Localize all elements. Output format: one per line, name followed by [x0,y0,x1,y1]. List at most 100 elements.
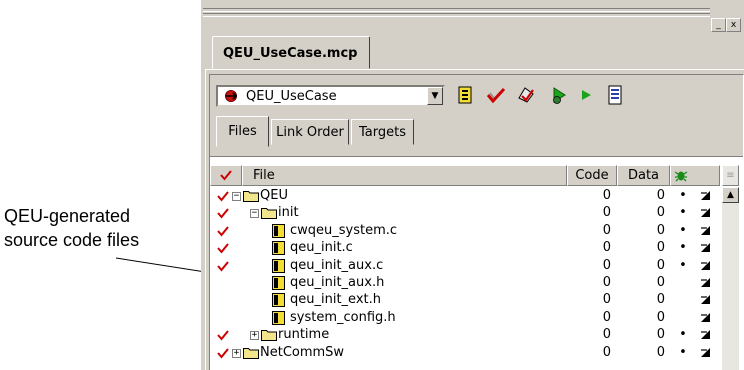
target-select-value: QEU_UseCase [246,89,337,104]
data-size: 0 [656,344,665,360]
debug-toggle-icon[interactable] [700,294,711,305]
check-icon[interactable] [217,190,229,202]
file-name: init [278,205,299,221]
titlebar-grip [203,8,710,12]
touched-indicator[interactable]: • [678,344,688,362]
file-name: runtime [278,327,330,343]
data-size: 0 [656,309,665,325]
touched-indicator[interactable]: • [678,257,688,275]
window-titlebar: _ x [201,0,744,33]
code-size: 0 [602,205,611,221]
code-size: 0 [602,240,611,256]
folder-open-icon [261,208,277,220]
file-icon [272,223,285,238]
column-menu-button[interactable]: ≡ [722,165,739,186]
settings-icon[interactable] [455,84,477,106]
debug-icon[interactable] [548,84,570,106]
debug-toggle-icon[interactable] [700,329,711,340]
data-size: 0 [656,275,665,290]
folder-open-icon [243,191,259,202]
table-row[interactable]: qeu_init_aux.h 0 0 [210,274,720,292]
debug-toggle-icon[interactable] [700,225,711,236]
close-button[interactable]: x [726,18,741,32]
scroll-up-button[interactable]: ▲ [722,187,739,203]
touched-indicator[interactable]: • [678,187,688,205]
code-size: 0 [602,222,611,238]
collapse-icon[interactable]: − [232,192,241,201]
file-icon [272,293,285,308]
debug-toggle-icon[interactable] [700,277,711,288]
target-select[interactable]: QEU_UseCase ▼ [216,85,445,107]
column-header-data[interactable]: Data [617,165,670,186]
data-size: 0 [656,257,665,273]
debug-toggle-icon[interactable] [700,260,711,271]
touched-indicator[interactable]: • [678,239,688,257]
minimize-button[interactable]: _ [711,18,726,32]
table-row[interactable]: cwqeu_system.c 0 0 • [210,222,720,240]
debug-toggle-icon[interactable] [700,207,711,218]
tab-link-order[interactable]: Link Order [271,119,349,145]
file-icon [272,310,285,325]
document-tab[interactable]: QEU_UseCase.mcp [212,36,370,69]
code-size: 0 [602,344,611,360]
file-icon [272,258,285,273]
project-inspector-icon[interactable] [604,84,626,106]
file-name: NetCommSw [260,344,345,360]
check-icon[interactable] [217,225,229,237]
vertical-scrollbar[interactable]: ▲ [722,187,739,370]
debug-toggle-icon[interactable] [700,242,711,253]
touched-indicator[interactable]: • [678,204,688,222]
check-icon[interactable] [217,347,229,359]
file-name: qeu_init_aux.c [290,257,384,273]
check-icon[interactable] [217,207,229,219]
collapse-icon[interactable]: − [250,209,259,219]
table-row[interactable]: + runtime 0 0 • [210,326,720,344]
tab-files[interactable]: Files [216,116,269,147]
file-name: qeu_init_aux.h [290,275,385,290]
check-icon[interactable] [217,329,229,341]
column-header-debug[interactable] [670,165,720,186]
check-icon [220,170,232,181]
project-window: _ x QEU_UseCase.mcp QEU_UseCase ▼ Files … [201,0,744,370]
data-size: 0 [656,188,665,203]
make-check-icon[interactable] [485,84,507,106]
column-header-code[interactable]: Code [567,165,617,186]
code-size: 0 [602,292,611,308]
file-list: File Code Data ≡ − QEU 0 0 • − init 0 0 • cwqeu_sy… [210,156,743,370]
debug-toggle-icon[interactable] [700,190,711,201]
file-list-header: File Code Data ≡ [210,165,743,186]
file-name: qeu_init.c [290,240,353,256]
check-icon[interactable] [217,242,229,254]
expand-icon[interactable]: + [250,331,259,341]
file-name: cwqeu_system.c [290,222,398,238]
chevron-down-icon[interactable]: ▼ [427,87,443,105]
file-icon [272,241,285,256]
column-header-file[interactable]: File [242,165,567,186]
data-size: 0 [656,327,665,343]
run-icon[interactable] [576,84,598,106]
file-name: QEU [260,188,288,203]
titlebar-grip [203,13,710,17]
table-row[interactable]: − QEU 0 0 • [210,187,720,205]
code-size: 0 [602,188,611,203]
table-row[interactable]: system_config.h 0 0 [210,309,720,327]
code-size: 0 [602,275,611,290]
touched-indicator[interactable]: • [678,326,688,344]
table-row[interactable]: + NetCommSw 0 0 • [210,344,720,362]
code-size: 0 [602,257,611,273]
table-row[interactable]: − init 0 0 • [210,204,720,222]
synchronize-icon[interactable] [515,84,537,106]
touched-indicator[interactable]: • [678,222,688,240]
expand-icon[interactable]: + [232,348,241,358]
table-row[interactable]: qeu_init_aux.c 0 0 • [210,257,720,275]
data-size: 0 [656,222,665,238]
table-row[interactable]: qeu_init.c 0 0 • [210,239,720,257]
project-inner: QEU_UseCase ▼ Files Link Order Targets F… [209,74,744,370]
code-size: 0 [602,309,611,325]
table-row[interactable]: qeu_init_ext.h 0 0 [210,291,720,309]
column-header-check[interactable] [210,165,242,186]
debug-toggle-icon[interactable] [700,312,711,323]
check-icon[interactable] [217,260,229,272]
tab-targets[interactable]: Targets [351,119,414,145]
debug-toggle-icon[interactable] [700,347,711,358]
